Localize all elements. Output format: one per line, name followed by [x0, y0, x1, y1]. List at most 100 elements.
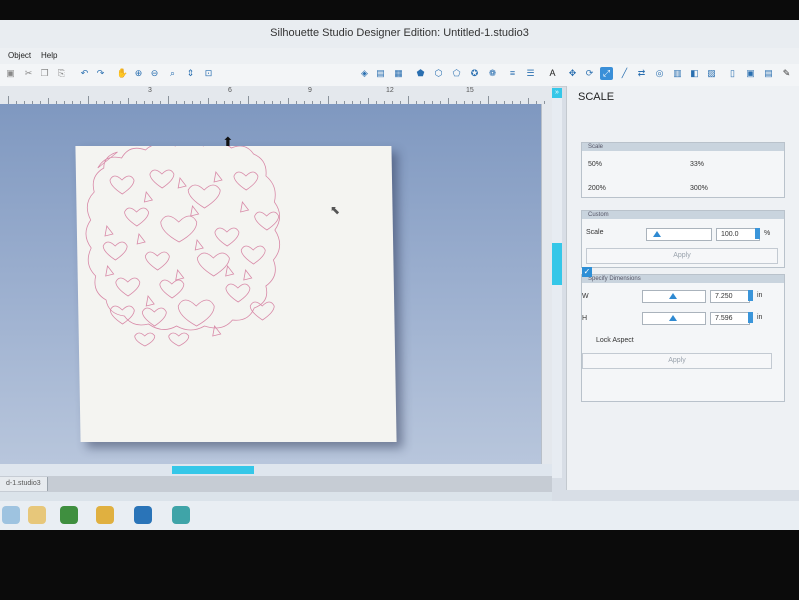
shape-icon[interactable]: ⬠ [450, 67, 463, 80]
paste-icon[interactable]: ⎘ [55, 67, 68, 80]
app-screen: Silhouette Studio Designer Edition: Unti… [0, 20, 799, 530]
library-icon[interactable]: ▤ [762, 67, 775, 80]
heart-lace-design[interactable] [75, 140, 396, 442]
zoom-in-icon[interactable]: ⊕ [132, 67, 145, 80]
collapse-panel-icon[interactable]: » [552, 88, 562, 98]
ruler-tick [88, 96, 89, 104]
menu-help[interactable]: Help [41, 51, 57, 60]
redo-icon[interactable]: ↷ [94, 67, 107, 80]
section-header: Scale [582, 143, 784, 151]
slider-knob[interactable] [669, 293, 677, 299]
vertical-scrollbar[interactable]: » [552, 88, 562, 478]
section-header: Specify Dimensions [582, 275, 784, 283]
scale-tool-icon[interactable]: ⤢ [600, 67, 613, 80]
height-slider[interactable] [642, 312, 706, 325]
preset-50[interactable]: 50% [588, 161, 602, 168]
chrome-icon[interactable] [96, 506, 114, 524]
start-icon[interactable] [2, 506, 20, 524]
vertical-scroll-thumb[interactable] [552, 243, 562, 285]
undo-icon[interactable]: ↶ [78, 67, 91, 80]
draw-line-icon[interactable]: ╱ [618, 67, 631, 80]
ruler-tick [248, 96, 249, 104]
file-explorer-icon[interactable] [28, 506, 46, 524]
cutting-mat[interactable] [75, 140, 397, 442]
scale-label: Scale [586, 229, 604, 236]
excel-icon[interactable] [60, 506, 78, 524]
section-header: Custom [582, 211, 784, 219]
width-label: W [582, 293, 589, 300]
trace-icon[interactable]: ▨ [705, 67, 718, 80]
rotate-icon[interactable]: ⟳ [583, 67, 596, 80]
ruler-tick [8, 96, 9, 104]
ruler-label: 3 [148, 87, 152, 94]
lock-aspect-label: Lock Aspect [596, 337, 634, 344]
preset-200[interactable]: 200% [588, 185, 606, 192]
fill-color-icon[interactable]: ◈ [358, 67, 371, 80]
width-stepper[interactable] [748, 290, 753, 301]
silhouette-app-icon[interactable] [172, 506, 190, 524]
fit-to-page-icon[interactable]: ⊡ [202, 67, 215, 80]
ruler-label: 12 [386, 87, 394, 94]
width-value-field[interactable]: 7.250 [710, 290, 750, 303]
dimensions-apply-button[interactable]: Apply [582, 353, 772, 369]
eraser-icon[interactable]: ✎ [780, 67, 793, 80]
ruler-tick [488, 96, 489, 104]
cut-icon[interactable]: ✂ [22, 67, 35, 80]
document-tab[interactable]: d-1.studio3 [0, 477, 48, 491]
print-icon[interactable]: ▣ [4, 67, 17, 80]
star-icon[interactable]: ✪ [468, 67, 481, 80]
width-slider[interactable] [642, 290, 706, 303]
ruler-tick [328, 96, 329, 104]
offset-icon[interactable]: ◎ [653, 67, 666, 80]
drag-zoom-icon[interactable]: ⇕ [184, 67, 197, 80]
custom-apply-button[interactable]: Apply [586, 248, 778, 264]
replicate-icon[interactable]: ▥ [671, 67, 684, 80]
scale-slider[interactable] [646, 228, 712, 241]
horizontal-ruler: 3 6 9 12 15 [0, 86, 553, 105]
hand-tool-icon[interactable]: ✋ [116, 67, 129, 80]
fill-gradient-icon[interactable]: ▤ [374, 67, 387, 80]
zoom-select-icon[interactable]: ⌕ [166, 67, 179, 80]
fill-pattern-icon[interactable]: ▦ [392, 67, 405, 80]
ruler-tick [168, 96, 169, 104]
lock-aspect-checkbox[interactable]: ✓ [582, 267, 592, 277]
height-unit: in [757, 314, 763, 321]
horizontal-scrollbar[interactable] [0, 464, 552, 476]
ruler-label: 15 [466, 87, 474, 94]
zoom-out-icon[interactable]: ⊖ [148, 67, 161, 80]
text-tool-icon[interactable]: A [546, 67, 559, 80]
scale-stepper[interactable] [755, 228, 760, 239]
slider-knob[interactable] [653, 231, 661, 237]
scale-unit: % [764, 230, 771, 237]
line-color-icon[interactable]: ≡ [506, 67, 519, 80]
page-setup-icon[interactable]: ▯ [726, 67, 739, 80]
mirror-icon[interactable]: ⇄ [635, 67, 648, 80]
slider-knob[interactable] [669, 315, 677, 321]
ruler-label: 6 [228, 87, 232, 94]
height-label: H [582, 315, 588, 322]
custom-scale-section: Custom Scale 100.0 % Apply [581, 210, 785, 268]
preset-300[interactable]: 300% [690, 185, 708, 192]
pen-icon[interactable]: ⬡ [432, 67, 445, 80]
sketch-icon[interactable]: ❁ [486, 67, 499, 80]
taskbar [0, 501, 799, 530]
design-canvas[interactable]: ⬆ ⬉ [0, 104, 541, 464]
panel-title: SCALE [578, 91, 615, 103]
scale-value-field[interactable]: 100.0 [716, 228, 760, 241]
horizontal-scroll-thumb[interactable] [172, 466, 254, 474]
scale-panel: SCALE Scale 50% 33% 200% 300% Custom Sca… [566, 86, 799, 490]
cut-settings-icon[interactable]: ▣ [744, 67, 757, 80]
menu-bar: Object Help [0, 48, 799, 64]
ruler-tick [408, 96, 409, 104]
height-value-field[interactable]: 7.596 [710, 312, 750, 325]
preset-33[interactable]: 33% [690, 161, 704, 168]
height-stepper[interactable] [748, 312, 753, 323]
copy-icon[interactable]: ❐ [38, 67, 51, 80]
menu-object[interactable]: Object [8, 51, 31, 60]
browser-icon[interactable] [134, 506, 152, 524]
title-bar: Silhouette Studio Designer Edition: Unti… [0, 20, 799, 48]
modify-icon[interactable]: ◧ [688, 67, 701, 80]
polygon-icon[interactable]: ⬟ [414, 67, 427, 80]
line-style-icon[interactable]: ☰ [524, 67, 537, 80]
move-icon[interactable]: ✥ [566, 67, 579, 80]
